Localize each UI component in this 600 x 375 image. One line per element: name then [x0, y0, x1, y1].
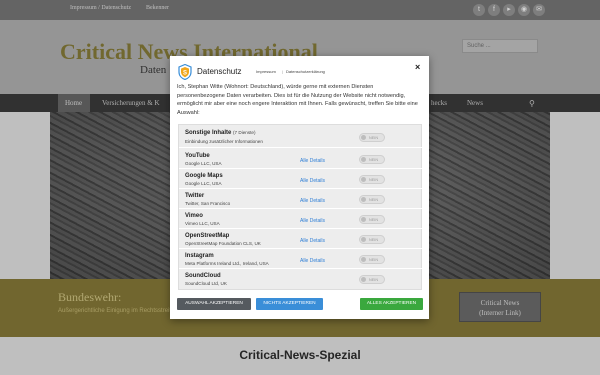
details-label: Alle Details: [300, 258, 326, 264]
toggle-label: NEIN: [369, 277, 379, 282]
service-company: Meta Platforms Ireland Ltd., Ireland, US…: [185, 261, 269, 266]
service-name: YouTube: [185, 153, 210, 159]
details-link[interactable]: Alle Details: [300, 198, 325, 204]
service-toggle-youtube[interactable]: NEIN: [359, 155, 385, 164]
service-company: SoundCloud Ltd, UK: [185, 281, 227, 286]
service-toggle-openstreetmap[interactable]: NEIN: [359, 235, 385, 244]
service-company: Vimeo LLC, USA: [185, 221, 220, 226]
toggle-label: NEIN: [369, 135, 379, 140]
accept-all-button[interactable]: ALLES AKZEPTIEREN: [360, 298, 423, 310]
toggle-knob: [361, 217, 366, 222]
toggle-label: NEIN: [369, 197, 379, 202]
service-row-openstreetmap: OpenStreetMap OpenStreetMap Foundation C…: [179, 229, 423, 249]
service-name: SoundCloud: [185, 273, 221, 279]
dialog-title: Datenschutz: [197, 67, 242, 76]
group-toggle[interactable]: NEIN: [359, 133, 385, 142]
toggle-label: NEIN: [369, 177, 379, 182]
group-count: (7 Dienste): [233, 130, 256, 135]
link-separator: |: [282, 69, 284, 74]
shield-icon: S: [178, 64, 192, 80]
details-label: Alle Details: [300, 198, 326, 204]
service-toggle-google-maps[interactable]: NEIN: [359, 175, 385, 184]
service-company: Twitter, San Francisco: [185, 201, 231, 206]
toggle-label: NEIN: [369, 237, 379, 242]
service-toggle-vimeo[interactable]: NEIN: [359, 215, 385, 224]
svg-text:S: S: [183, 71, 187, 77]
service-company: Google LLC, USA: [185, 181, 222, 186]
toggle-knob: [361, 135, 366, 140]
service-list[interactable]: Sonstige Inhalte (7 Dienste) Einbindung …: [178, 124, 423, 290]
toggle-label: NEIN: [369, 157, 379, 162]
toggle-label: NEIN: [369, 217, 379, 222]
service-company: OpenStreetMap Foundation CLS, UK: [185, 241, 261, 246]
details-link[interactable]: Alle Details: [300, 218, 325, 224]
service-toggle-soundcloud[interactable]: NEIN: [359, 275, 385, 284]
service-company: Google LLC, USA: [185, 161, 222, 166]
details-link[interactable]: Alle Details: [300, 178, 325, 184]
details-link[interactable]: Alle Details: [300, 238, 325, 244]
group-row: Sonstige Inhalte (7 Dienste) Einbindung …: [179, 125, 423, 148]
close-icon[interactable]: ×: [415, 62, 420, 72]
toggle-label: NEIN: [369, 257, 379, 262]
privacy-dialog: S Datenschutz Impressum | Datenschutzerk…: [170, 56, 429, 319]
reject-all-button[interactable]: NICHTS AKZEPTIEREN: [256, 298, 323, 310]
toggle-knob: [361, 177, 366, 182]
details-link[interactable]: Alle Details: [300, 158, 325, 164]
service-toggle-instagram[interactable]: NEIN: [359, 255, 385, 264]
service-name: Instagram: [185, 253, 214, 259]
service-row-youtube: YouTube Google LLC, USA Alle Details NEI…: [179, 149, 423, 169]
toggle-knob: [361, 277, 366, 282]
service-name: Google Maps: [185, 173, 223, 179]
service-toggle-twitter[interactable]: NEIN: [359, 195, 385, 204]
group-title: Sonstige Inhalte: [185, 130, 232, 136]
details-label: Alle Details: [300, 178, 326, 184]
details-label: Alle Details: [300, 158, 326, 164]
toggle-knob: [361, 157, 366, 162]
details-label: Alle Details: [300, 218, 326, 224]
service-row-soundcloud: SoundCloud SoundCloud Ltd, UK NEIN: [179, 269, 423, 289]
service-name: OpenStreetMap: [185, 233, 230, 239]
details-label: Alle Details: [300, 238, 326, 244]
datenschutzerklaerung-link[interactable]: Datenschutzerklärung: [286, 69, 325, 74]
service-name: Twitter: [185, 193, 205, 199]
toggle-knob: [361, 257, 366, 262]
toggle-knob: [361, 197, 366, 202]
service-row-vimeo: Vimeo Vimeo LLC, USA Alle Details NEIN: [179, 209, 423, 229]
group-description: Einbindung zusätzlicher Informationen: [185, 139, 263, 144]
service-row-instagram: Instagram Meta Platforms Ireland Ltd., I…: [179, 249, 423, 269]
service-row-google-maps: Google Maps Google LLC, USA Alle Details…: [179, 169, 423, 189]
group-name: Sonstige Inhalte (7 Dienste): [185, 130, 255, 136]
accept-selection-button[interactable]: AUSWAHL AKZEPTIEREN: [177, 298, 251, 310]
service-row-twitter: Twitter Twitter, San Francisco Alle Deta…: [179, 189, 423, 209]
service-name: Vimeo: [185, 213, 203, 219]
impressum-link[interactable]: Impressum: [256, 69, 276, 74]
dialog-intro-text: Ich, Stephan Witte (Wohnort: Deutschland…: [177, 84, 418, 116]
details-link[interactable]: Alle Details: [300, 258, 325, 264]
toggle-knob: [361, 237, 366, 242]
